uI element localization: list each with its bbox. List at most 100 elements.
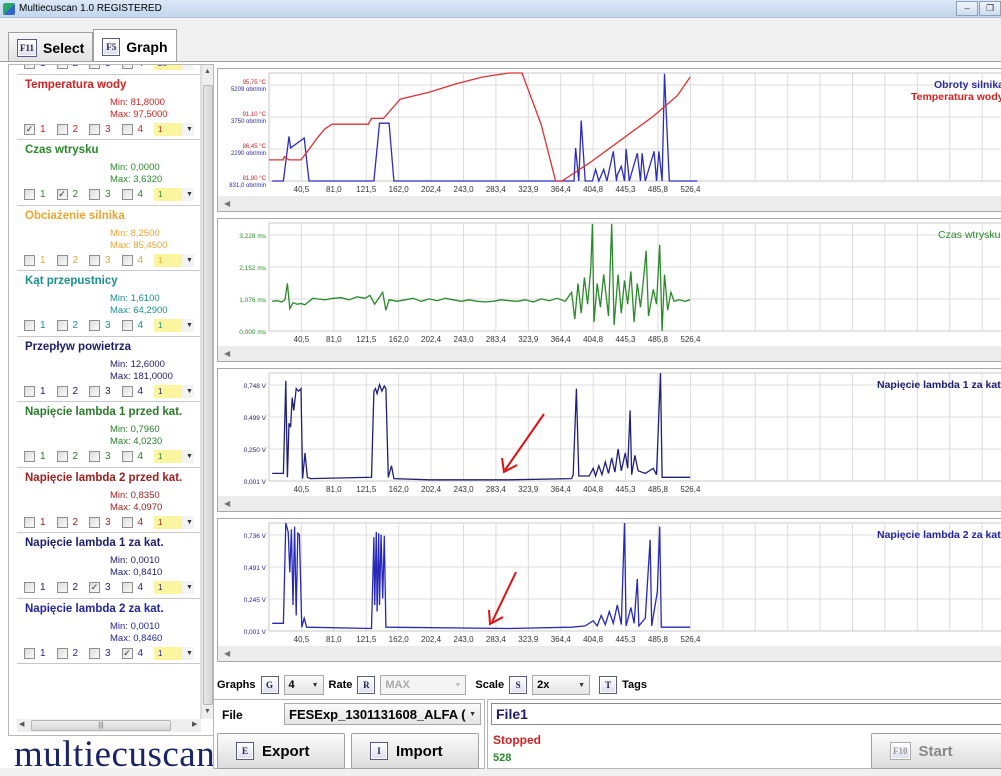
graph-1-checkbox[interactable]: 1 — [24, 582, 57, 593]
checkbox-icon[interactable] — [121, 451, 133, 462]
checkbox-icon[interactable] — [56, 254, 68, 266]
scale-factor-select[interactable]: 1 ▼ — [154, 319, 194, 332]
graph-3-checkbox[interactable]: 3 — [89, 189, 122, 200]
checkbox-icon[interactable]: ✓ — [89, 582, 100, 593]
graph-3-checkbox[interactable]: 3 — [89, 516, 122, 528]
graph-2-hscrollbar[interactable]: ◀ — [218, 346, 1001, 361]
graph-2-checkbox[interactable]: 2 — [56, 516, 90, 528]
checkbox-icon[interactable]: ✓ — [24, 123, 35, 135]
checkbox-icon[interactable] — [24, 647, 35, 659]
minimize-button[interactable]: – — [956, 1, 978, 16]
checkbox-icon[interactable] — [121, 254, 133, 266]
export-button[interactable]: E Export — [217, 733, 345, 769]
t-key-icon[interactable]: T — [599, 676, 618, 694]
checkbox-icon[interactable] — [121, 189, 133, 200]
tab-graph[interactable]: F5 Graph — [93, 29, 177, 63]
checkbox-icon[interactable]: ✓ — [56, 189, 68, 200]
start-button[interactable]: F10 Start — [871, 733, 1001, 769]
checkbox-icon[interactable] — [121, 65, 133, 69]
graph-1-checkbox[interactable]: 1 — [24, 516, 57, 528]
scale-factor-select[interactable]: 1 ▼ — [154, 646, 194, 660]
graph-4-checkbox[interactable]: 4 — [121, 582, 155, 593]
scale-factor-select[interactable]: 1 ▼ — [154, 515, 194, 529]
import-button[interactable]: I Import — [351, 733, 479, 769]
scale-factor-select[interactable]: 1 ▼ — [154, 122, 194, 136]
graph-2-checkbox[interactable]: ✓ 2 — [56, 189, 90, 200]
graph-3-checkbox[interactable]: 3 — [89, 451, 122, 462]
checkbox-icon[interactable] — [121, 320, 133, 331]
checkbox-icon[interactable] — [121, 516, 133, 528]
file-select[interactable]: FESExp_1301131608_ALFA (▼ — [284, 703, 481, 725]
graph-2-checkbox[interactable]: 2 — [56, 123, 90, 135]
graph-4-checkbox[interactable]: ✓ 4 — [121, 647, 155, 659]
scroll-up-icon[interactable]: ▲ — [204, 68, 211, 75]
graph-1-checkbox[interactable]: 1 — [24, 385, 57, 397]
graph-3-checkbox[interactable]: 3 — [89, 647, 122, 659]
graph-2-checkbox[interactable]: 2 — [56, 320, 90, 331]
checkbox-icon[interactable] — [24, 582, 35, 593]
checkbox-icon[interactable] — [56, 451, 68, 462]
scroll-thumb[interactable]: ||| — [31, 720, 171, 731]
graph-3-checkbox[interactable]: 3 — [89, 254, 122, 266]
scale-factor-select[interactable]: 20 ▼ — [154, 65, 194, 70]
graph-3-hscrollbar[interactable]: ◀ — [218, 496, 1001, 511]
graph-4-checkbox[interactable]: 4 — [121, 189, 155, 200]
graph-4-checkbox[interactable]: 4 — [121, 516, 155, 528]
graph-2-checkbox[interactable]: 2 — [56, 451, 90, 462]
checkbox-icon[interactable] — [89, 647, 100, 659]
graph-3-checkbox[interactable]: 3 — [89, 65, 122, 69]
graph-1-checkbox[interactable]: ✓1 — [24, 65, 57, 69]
graph-2-checkbox[interactable]: 2 — [56, 254, 90, 266]
checkbox-icon[interactable] — [89, 385, 100, 397]
scroll-thumb[interactable] — [203, 85, 213, 705]
graph-1-hscrollbar[interactable]: ◀ — [218, 196, 1001, 211]
checkbox-icon[interactable] — [24, 320, 35, 331]
checkbox-icon[interactable] — [56, 647, 68, 659]
checkbox-icon[interactable] — [24, 451, 35, 462]
checkbox-icon[interactable] — [24, 189, 35, 200]
checkbox-icon[interactable] — [56, 516, 68, 528]
checkbox-icon[interactable] — [56, 320, 68, 331]
checkbox-icon[interactable] — [56, 582, 68, 593]
graphs-count-select[interactable]: 4 ▼ — [283, 675, 324, 695]
tags-label[interactable]: Tags — [622, 679, 647, 691]
checkbox-icon[interactable] — [56, 123, 68, 135]
checkbox-icon[interactable] — [89, 123, 100, 135]
checkbox-icon[interactable] — [89, 65, 100, 69]
scroll-right-icon[interactable]: ▶ — [192, 720, 197, 728]
graph-4-checkbox[interactable]: 4 — [121, 254, 155, 266]
checkbox-icon[interactable]: ✓ — [24, 65, 35, 69]
graph-3-checkbox[interactable]: 3 — [89, 385, 122, 397]
checkbox-icon[interactable] — [121, 123, 133, 135]
graph-1-checkbox[interactable]: 1 — [24, 254, 57, 266]
scale-select[interactable]: 2x ▼ — [532, 675, 591, 695]
graph-3-checkbox[interactable]: 3 — [89, 320, 122, 331]
graph-1-checkbox[interactable]: 1 — [24, 320, 57, 331]
graph-2-checkbox[interactable]: 2 — [56, 65, 90, 69]
checkbox-icon[interactable] — [89, 320, 100, 331]
graph-3-checkbox[interactable]: 3 — [89, 123, 122, 135]
checkbox-icon[interactable] — [121, 385, 133, 397]
graph-4-checkbox[interactable]: 4 — [121, 385, 155, 397]
checkbox-icon[interactable] — [24, 385, 35, 397]
checkbox-icon[interactable] — [24, 254, 35, 266]
checkbox-icon[interactable] — [24, 516, 35, 528]
scroll-down-icon[interactable]: ▼ — [204, 708, 211, 715]
checkbox-icon[interactable] — [121, 582, 133, 593]
graph-1-checkbox[interactable]: 1 — [24, 647, 57, 659]
checkbox-icon[interactable] — [56, 385, 68, 397]
graph-2-checkbox[interactable]: 2 — [56, 647, 90, 659]
graph-3-checkbox[interactable]: ✓ 3 — [89, 582, 122, 593]
scale-factor-select[interactable]: 1 ▼ — [154, 581, 194, 594]
checkbox-icon[interactable] — [89, 451, 100, 462]
graph-4-checkbox[interactable]: 4 — [121, 451, 155, 462]
scroll-left-icon[interactable]: ◀ — [19, 720, 24, 728]
scale-factor-select[interactable]: 1 ▼ — [154, 253, 194, 267]
rate-select[interactable]: MAX ▼ — [380, 675, 467, 695]
graph-4-checkbox[interactable]: 4 — [121, 123, 155, 135]
checkbox-icon[interactable] — [89, 516, 100, 528]
horizontal-scrollbar[interactable]: ◀ ||| ▶ — [17, 719, 201, 732]
graph-4-checkbox[interactable]: 4 — [121, 65, 155, 69]
checkbox-icon[interactable] — [89, 254, 100, 266]
graph-4-hscrollbar[interactable]: ◀ — [218, 646, 1001, 661]
